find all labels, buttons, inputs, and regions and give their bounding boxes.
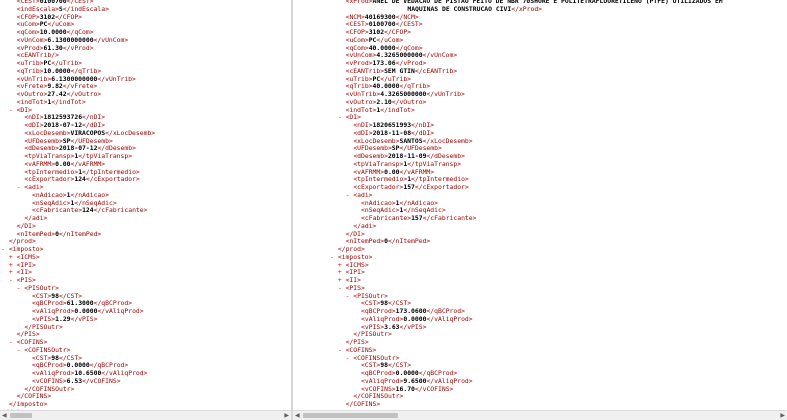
xml-close: </vUnCom> bbox=[422, 51, 458, 60]
xml-close: </vPIS> bbox=[399, 322, 427, 331]
xml-line: <cFabricante>124</cFabricante> bbox=[32, 206, 147, 214]
chevron-left-icon[interactable]: ◀ bbox=[2, 412, 7, 419]
xml-close: </vAliqProd> bbox=[426, 314, 473, 323]
chevron-right-icon[interactable]: ▶ bbox=[284, 412, 289, 419]
xml-close: </vUnTrib> bbox=[97, 74, 136, 83]
expand-toggle-icon[interactable]: - bbox=[338, 284, 346, 292]
expand-toggle-icon[interactable]: - bbox=[330, 253, 338, 261]
xml-close: </cFabricante> bbox=[93, 206, 148, 215]
xml-line: MAQUINAS DE CONSTRUCAO CIVI</xProd> bbox=[407, 5, 542, 13]
right-scrollbar-thumb[interactable] bbox=[303, 413, 398, 418]
xml-value: 124 bbox=[82, 206, 94, 215]
xml-open: <xProd> bbox=[345, 0, 373, 5]
xml-close: </cFabricante> bbox=[422, 214, 477, 222]
xml-open: </COFINS> bbox=[345, 400, 381, 408]
expand-toggle-icon[interactable]: - bbox=[1, 245, 9, 253]
xml-close: </cEANTrib> bbox=[414, 66, 458, 75]
chevron-left-icon[interactable]: ◀ bbox=[295, 412, 300, 419]
expand-toggle-icon[interactable]: - bbox=[338, 113, 346, 121]
xml-value: 157 bbox=[411, 214, 423, 222]
xml-value: MAQUINAS DE CONSTRUCAO CIVI bbox=[407, 4, 512, 13]
xml-close: </vPIS> bbox=[70, 314, 98, 323]
xml-close: </indTot> bbox=[51, 97, 86, 106]
xml-close: </nItemPed> bbox=[58, 229, 102, 238]
xml-value: 124 bbox=[74, 175, 86, 184]
xml-close: </vCOFINS> bbox=[82, 376, 121, 385]
xml-close: </vCOFINS> bbox=[414, 384, 454, 393]
left-horizontal-scrollbar[interactable]: ◀ ▶ bbox=[0, 410, 291, 420]
xml-close: </cExportador> bbox=[85, 175, 140, 184]
xml-close: </vAliqProd> bbox=[97, 307, 144, 315]
right-horizontal-scrollbar[interactable]: ◀ ▶ bbox=[293, 410, 787, 420]
xml-line: <cFabricante>157</cFabricante> bbox=[361, 214, 476, 222]
xml-line: </COFINS> bbox=[346, 400, 381, 408]
xml-close: </xProd> bbox=[511, 4, 543, 13]
expand-toggle-icon[interactable]: - bbox=[9, 106, 17, 114]
expand-toggle-icon[interactable]: - bbox=[9, 338, 17, 346]
left-xml-pane[interactable]: <CEST>0100700</CEST> <indEscala>S</indEsc… bbox=[0, 0, 291, 420]
expand-toggle-icon[interactable]: - bbox=[9, 276, 17, 284]
xml-close: </cExportador> bbox=[414, 183, 469, 191]
xml-close: </vProd> bbox=[62, 43, 94, 52]
xml-close: </indTot> bbox=[380, 105, 415, 114]
xml-close: </nItemPed> bbox=[387, 237, 431, 246]
xml-value: 157 bbox=[403, 183, 415, 191]
xml-close: </vUnCom> bbox=[93, 35, 129, 44]
xml-close: </vUnTrib> bbox=[426, 90, 465, 98]
right-xml-pane[interactable]: <xProd>ANEL DE VEDACAO DE PISTAO FEITO D… bbox=[293, 0, 787, 420]
chevron-right-icon[interactable]: ▶ bbox=[780, 412, 785, 419]
expand-toggle-icon[interactable]: - bbox=[338, 346, 346, 354]
left-scrollbar-thumb[interactable] bbox=[10, 413, 32, 418]
